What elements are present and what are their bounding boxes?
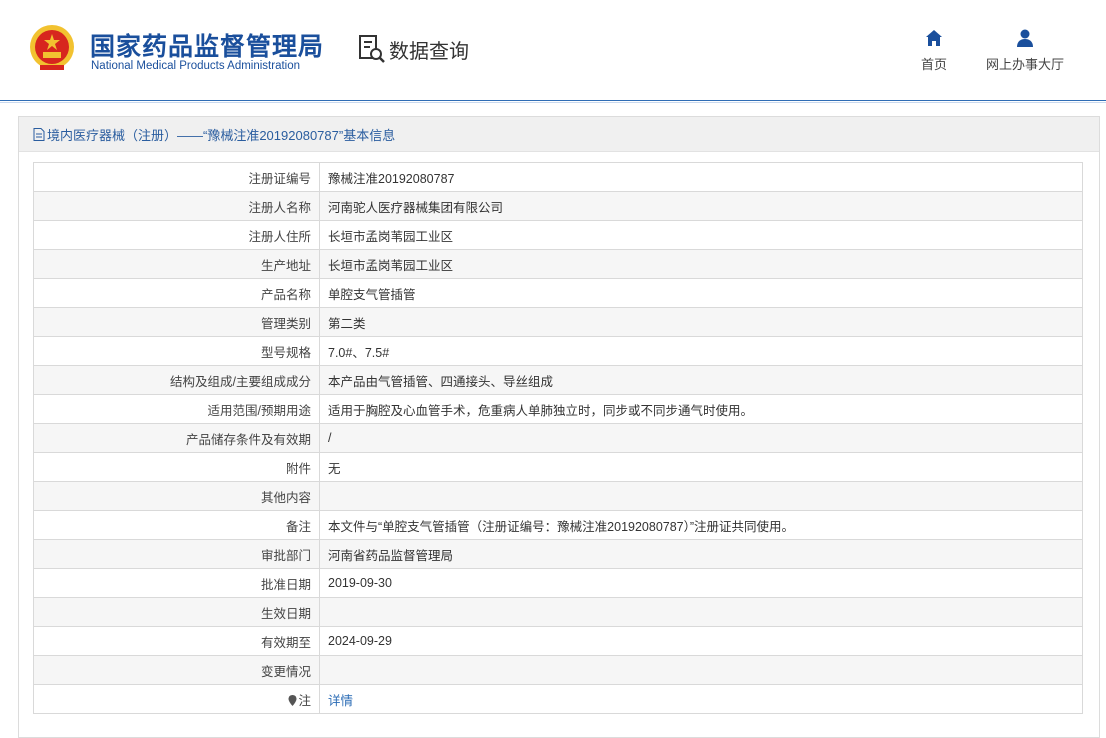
field-label: 其他内容 — [33, 481, 320, 511]
nav-hall-label: 网上办事大厅 — [985, 57, 1064, 72]
registration-info-table: 注册证编号 豫械注准20192080787 注册人名称 河南驼人医疗器械集团有限公司注… — [33, 162, 1083, 714]
field-value: 2024-09-29 — [319, 626, 1083, 656]
table-row: 其他内容 — [33, 481, 1083, 511]
field-label: 结构及组成/主要组成成分 — [33, 365, 320, 395]
field-label: 批准日期 — [33, 568, 320, 598]
agency-name-en: National Medical Products Administration — [91, 60, 301, 72]
field-label: 附件 — [33, 452, 320, 482]
table-row: 结构及组成/主要组成成分 本产品由气管插管、四通接头、导丝组成 — [33, 365, 1083, 395]
note-value-cell: 详情 — [319, 684, 1083, 714]
table-row: 型号规格 7.0#、7.5# — [33, 336, 1083, 366]
table-row: 审批部门 河南省药品监督管理局 — [33, 539, 1083, 569]
field-value: 本产品由气管插管、四通接头、导丝组成 — [319, 365, 1083, 395]
field-value: / — [319, 423, 1083, 453]
field-value: 豫械注准20192080787 — [319, 162, 1083, 192]
field-label: 管理类别 — [33, 307, 320, 337]
record-detail-panel: 境内医疗器械（注册）——“豫械注准20192080787”基本信息 注册证编号豫… — [18, 116, 1100, 738]
field-label: 注册证编号 — [33, 162, 320, 192]
note-label-cell: 注 — [33, 684, 320, 714]
field-value: 2019-09-30 — [319, 568, 1083, 598]
field-value: 长垣市孟岗苇园工业区 — [319, 220, 1083, 250]
field-value: 单腔支气管插管 — [319, 278, 1083, 308]
field-label: 产品储存条件及有效期 — [33, 423, 320, 453]
field-value: 河南驼人医疗器械集团有限公司 — [319, 191, 1083, 221]
field-value: 长垣市孟岗苇园工业区 — [319, 249, 1083, 279]
agency-name-cn: 国家药品监督管理局 — [90, 33, 325, 61]
field-label: 型号规格 — [33, 336, 320, 366]
field-label: 生效日期 — [33, 597, 320, 627]
table-row: 注册人名称 河南驼人医疗器械集团有限公司 — [33, 191, 1083, 221]
table-row: 批准日期 2019-09-30 — [33, 568, 1083, 598]
table-row-note: 注 详情 — [33, 684, 1083, 714]
table-row: 变更情况 — [33, 655, 1083, 685]
details-link[interactable]: 详情 — [328, 694, 353, 708]
table-row: 注册证编号 豫械注准20192080787 — [33, 162, 1083, 192]
field-label: 适用范围/预期用途 — [33, 394, 320, 424]
field-value: 7.0#、7.5# — [319, 336, 1083, 366]
table-row: 管理类别 第二类 — [33, 307, 1083, 337]
table-row: 产品储存条件及有效期 / — [33, 423, 1083, 453]
pin-icon — [288, 694, 297, 706]
table-row: 生产地址 长垣市孟岗苇园工业区 — [33, 249, 1083, 279]
nav-home-label: 首页 — [920, 57, 947, 72]
field-value: 适用于胸腔及心血管手术，危重病人单肺独立时，同步或不同步通气时使用。 — [319, 394, 1083, 424]
field-label: 生产地址 — [33, 249, 320, 279]
user-icon — [1017, 29, 1033, 47]
field-value: 河南省药品监督管理局 — [319, 539, 1083, 569]
table-row: 产品名称 单腔支气管插管 — [33, 278, 1083, 308]
home-icon — [926, 30, 942, 46]
document-search-icon — [359, 35, 385, 63]
field-value: 无 — [319, 452, 1083, 482]
field-label: 注册人住所 — [33, 220, 320, 250]
field-value — [319, 481, 1083, 511]
field-value — [319, 655, 1083, 685]
field-label: 产品名称 — [33, 278, 320, 308]
data-query-label: 数据查询 — [389, 40, 469, 63]
field-label: 变更情况 — [33, 655, 320, 685]
table-row: 注册人住所 长垣市孟岗苇园工业区 — [33, 220, 1083, 250]
table-row: 附件无 — [33, 452, 1083, 482]
table-row: 有效期至 2024-09-29 — [33, 626, 1083, 656]
data-query-title: 数据查询 — [358, 34, 469, 64]
table-row: 适用范围/预期用途 适用于胸腔及心血管手术，危重病人单肺独立时，同步或不同步通气时… — [33, 394, 1083, 424]
table-row: 生效日期 — [33, 597, 1083, 627]
panel-title-bar: 境内医疗器械（注册）——“豫械注准20192080787”基本信息 — [19, 117, 1099, 152]
field-label: 审批部门 — [33, 539, 320, 569]
field-value: 第二类 — [319, 307, 1083, 337]
field-label: 备注 — [33, 510, 320, 540]
field-label: 有效期至 — [33, 626, 320, 656]
nav-home[interactable]: 首页 — [918, 28, 950, 73]
field-value: 本文件与“单腔支气管插管（注册证编号：豫械注准20192080787）”注册证共… — [319, 510, 1083, 540]
table-row: 备注 本文件与“单腔支气管插管（注册证编号：豫械注准20192080787）”注册… — [33, 510, 1083, 540]
note-label: 注 — [298, 693, 311, 708]
field-label: 注册人名称 — [33, 191, 320, 221]
panel-title: 境内医疗器械（注册）——“豫械注准20192080787”基本信息 — [47, 127, 396, 143]
document-icon — [33, 127, 45, 141]
field-value — [319, 597, 1083, 627]
nav-online-service-hall[interactable]: 网上办事大厅 — [984, 28, 1066, 73]
national-emblem-icon — [30, 25, 74, 70]
site-header: 国家药品监督管理局 National Medical Products Admi… — [0, 0, 1106, 103]
